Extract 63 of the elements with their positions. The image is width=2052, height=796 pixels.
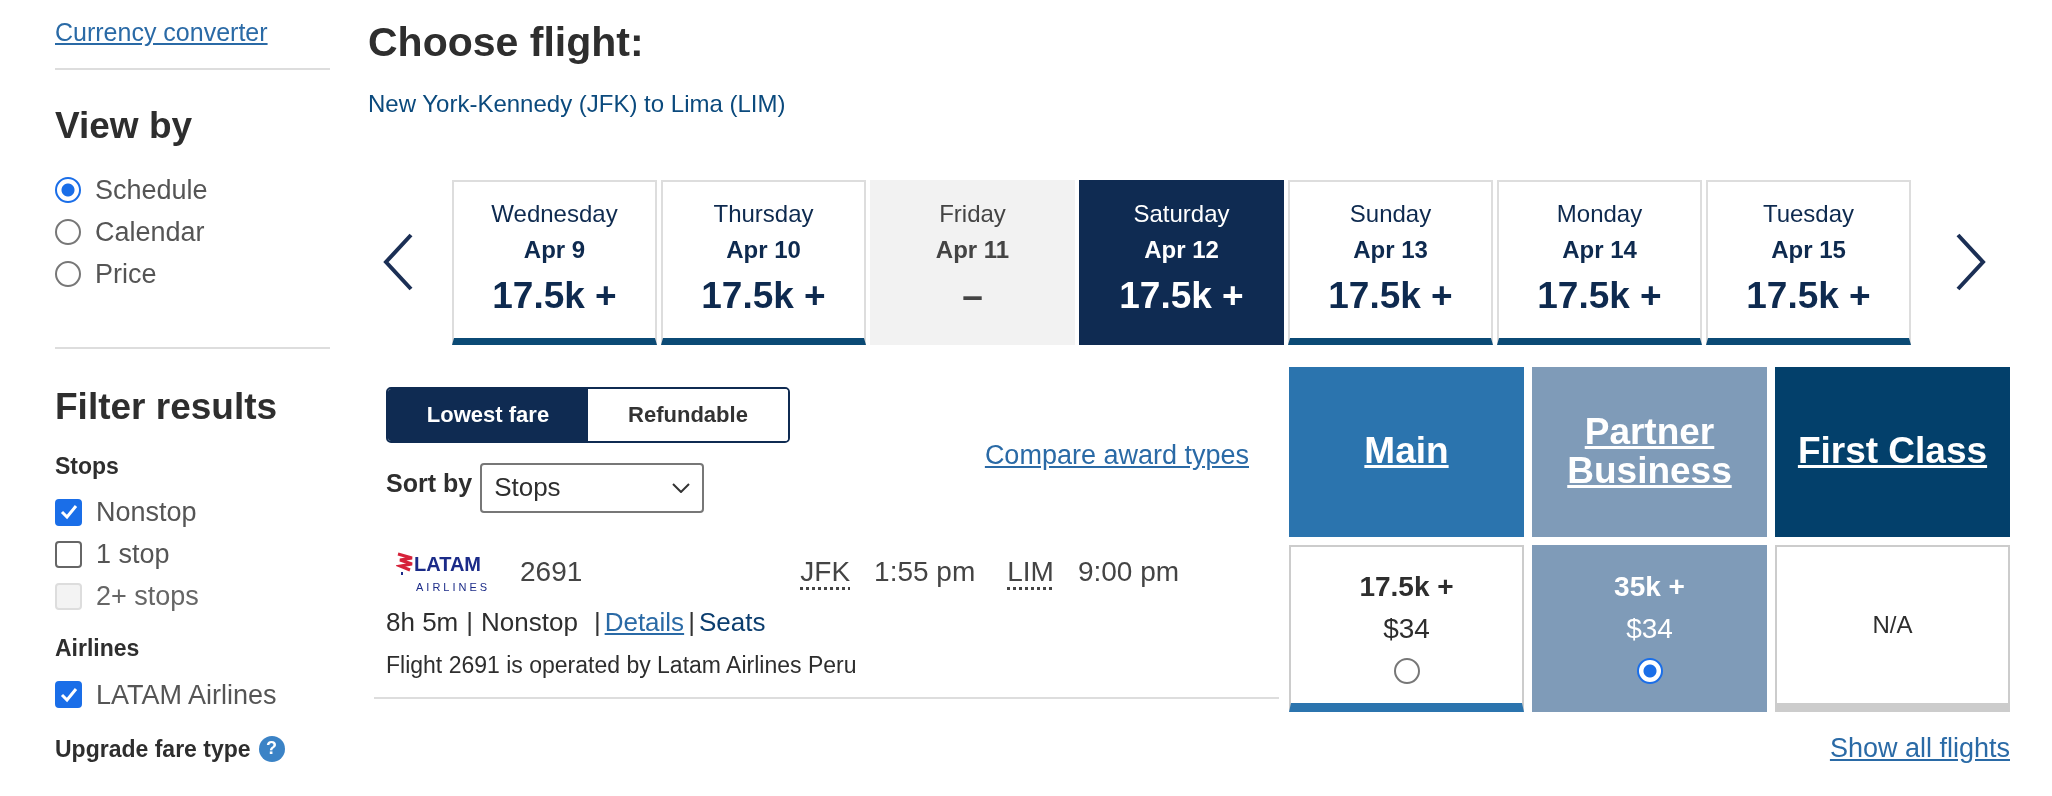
route-link[interactable]: New York-Kennedy (JFK) to Lima (LIM) bbox=[368, 85, 786, 122]
date-tab[interactable]: Saturday Apr 12 17.5k + bbox=[1079, 179, 1284, 345]
arrival-time: 9:00 pm bbox=[1077, 554, 1180, 589]
date-tab[interactable]: Wednesday Apr 9 17.5k + bbox=[452, 179, 657, 345]
compare-award-types-link[interactable]: Compare award types bbox=[984, 434, 1249, 475]
filter-heading: Airlines bbox=[55, 634, 141, 663]
fare-type-link[interactable]: Main bbox=[1364, 432, 1449, 471]
checkmark-icon bbox=[59, 686, 78, 703]
radio-label: Calendar bbox=[95, 216, 205, 249]
seats-link[interactable]: Seats bbox=[698, 603, 766, 642]
show-all-flights-link[interactable]: Show all flights bbox=[1829, 727, 2010, 768]
checkbox-label: Nonstop bbox=[96, 496, 197, 529]
fare-unavailable: N/A bbox=[1872, 609, 1913, 640]
date-tab[interactable]: Tuesday Apr 15 17.5k + bbox=[1706, 179, 1911, 345]
date-tab[interactable]: Sunday Apr 13 17.5k + bbox=[1288, 179, 1493, 345]
fare-cash: $34 bbox=[1383, 611, 1430, 646]
fare-type-link[interactable]: First Class bbox=[1797, 432, 1988, 471]
divider-pipe: | bbox=[466, 606, 474, 639]
checkbox[interactable] bbox=[55, 540, 82, 568]
chevron-down-icon bbox=[672, 482, 691, 493]
filter-heading: Upgrade fare type bbox=[55, 734, 251, 764]
radio-button[interactable] bbox=[55, 261, 81, 287]
section-heading: Filter results bbox=[55, 385, 279, 429]
checkbox[interactable] bbox=[55, 498, 82, 526]
chevron-left-icon bbox=[381, 232, 415, 292]
flight-duration: 8h 5m bbox=[386, 606, 459, 639]
filter-heading: Stops bbox=[55, 451, 120, 481]
departure-time: 1:55 pm bbox=[874, 554, 976, 589]
radio-label: Schedule bbox=[95, 174, 208, 207]
chevron-right-icon bbox=[1954, 232, 1988, 292]
checkbox-label: LATAM Airlines bbox=[96, 678, 277, 712]
checkmark-icon bbox=[59, 504, 78, 520]
radio-button[interactable] bbox=[1393, 657, 1420, 684]
airport-code: JFK bbox=[800, 554, 851, 589]
fare-points: 35k + bbox=[1614, 569, 1685, 604]
fare-points: 17.5k + bbox=[1359, 569, 1454, 604]
operated-by-note: Flight 2691 is operated by Latam Airlines Peru bbox=[385, 651, 858, 680]
section-heading: View by bbox=[55, 103, 194, 148]
date-tab[interactable]: Friday Apr 11 – bbox=[870, 179, 1075, 345]
flight-number: 2691 bbox=[520, 554, 583, 589]
currency-converter-link[interactable]: Currency converter bbox=[55, 14, 268, 52]
checkbox-label: 2+ stops bbox=[96, 580, 199, 613]
fare-toggle-button[interactable]: Lowest fare bbox=[388, 388, 588, 441]
help-icon[interactable]: ? bbox=[258, 735, 285, 762]
fare-option[interactable]: 17.5k + $34 bbox=[1289, 544, 1524, 712]
details-link[interactable]: Details bbox=[604, 603, 685, 642]
checkbox[interactable] bbox=[55, 681, 82, 708]
sort-dropdown[interactable]: Stops bbox=[480, 462, 705, 513]
airline-logo: LATAM AIRLINES bbox=[396, 548, 496, 595]
fare-cash: $34 bbox=[1626, 611, 1673, 646]
radio-button[interactable] bbox=[55, 219, 81, 245]
date-tab[interactable]: Thursday Apr 10 17.5k + bbox=[661, 179, 866, 345]
radio-button[interactable] bbox=[55, 177, 81, 203]
sort-label: Sort by bbox=[386, 467, 473, 499]
radio-button[interactable] bbox=[1636, 657, 1663, 684]
page-title: Choose flight: bbox=[368, 18, 645, 67]
date-tab[interactable]: Monday Apr 14 17.5k + bbox=[1497, 179, 1702, 345]
divider-pipe: | bbox=[688, 606, 695, 639]
divider-pipe: | bbox=[593, 606, 601, 639]
flight-stops: Nonstop bbox=[481, 606, 578, 639]
radio-label: Price bbox=[95, 258, 157, 291]
checkbox-label: 1 stop bbox=[96, 538, 170, 571]
airport-code: LIM bbox=[1007, 554, 1054, 589]
